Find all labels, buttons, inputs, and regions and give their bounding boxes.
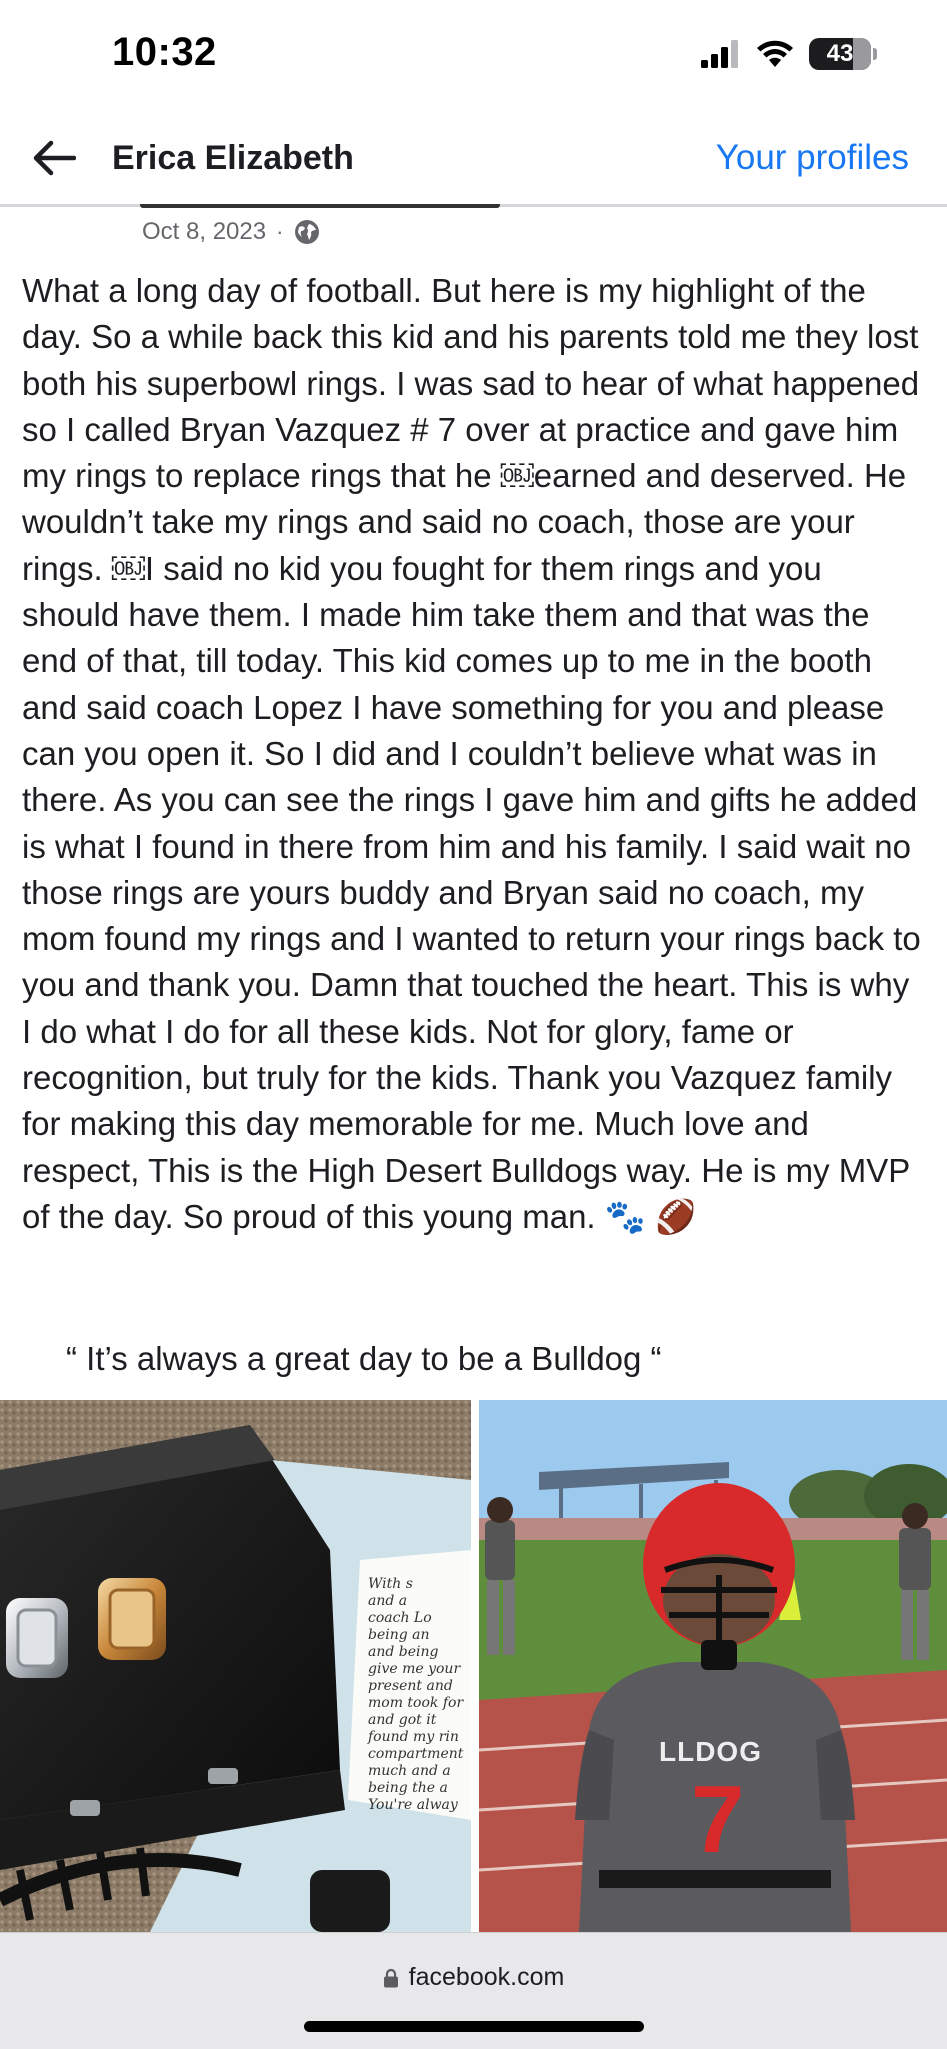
globe-icon [295,220,320,244]
status-time: 10:32 [112,30,217,74]
rings-box-photo[interactable]: With s and a coach Lo being an and being… [0,1400,471,1932]
note-line: being the a [368,1780,448,1796]
post-date[interactable]: Oct 8, 2023 [142,218,266,246]
cellular-signal-icon [701,40,738,68]
note-line: mom took for [368,1695,464,1711]
arrow-left-icon [33,140,76,176]
meta-separator: · [276,219,284,244]
note-line: You're alway [368,1797,458,1813]
battery-level: 43 [826,40,854,67]
url-display[interactable]: facebook.com [0,1963,947,1992]
author-name-clipped [140,204,500,212]
note-line: give me your [368,1661,461,1677]
note-line: coach Lo [368,1610,432,1626]
battery-cap [873,48,877,60]
lock-icon [383,1968,398,1987]
post-quote: “ It’s always a great day to be a Bulldo… [66,1340,662,1377]
jersey-number: 7 [691,1766,745,1873]
post-body: What a long day of football. But here is… [22,268,927,1240]
post-meta: Oct 8, 2023 · [142,218,321,246]
post-text: What a long day of football. But here is… [22,272,921,1235]
battery-icon: 43 [809,38,871,70]
note-line: and a [368,1593,408,1609]
status-icons: 43 [701,38,877,70]
note-line: and got it [368,1712,437,1728]
status-bar: 10:32 43 [0,0,947,112]
note-line: and being [368,1644,439,1660]
url-text: facebook.com [408,1963,565,1991]
back-button[interactable] [28,132,80,184]
note-line: With s [368,1576,413,1592]
home-indicator[interactable] [304,2021,644,2032]
note-line: present and [368,1678,453,1694]
browser-url-bar[interactable]: facebook.com [0,1932,947,2049]
header-title: Erica Elizabeth [112,139,354,177]
handwritten-note: With s and a coach Lo being an and being… [368,1576,468,1814]
note-line: much and a [368,1763,451,1779]
jersey-text: LLDOG [659,1736,762,1767]
note-line: compartment [368,1746,464,1762]
wifi-icon [757,40,793,67]
football-player-photo[interactable]: LLDOG 7 [479,1400,947,1932]
note-line: being an [368,1627,430,1643]
your-profiles-link[interactable]: Your profiles [716,132,909,184]
app-header: Erica Elizabeth Your profiles [0,112,947,207]
note-line: found my rin [368,1729,459,1745]
